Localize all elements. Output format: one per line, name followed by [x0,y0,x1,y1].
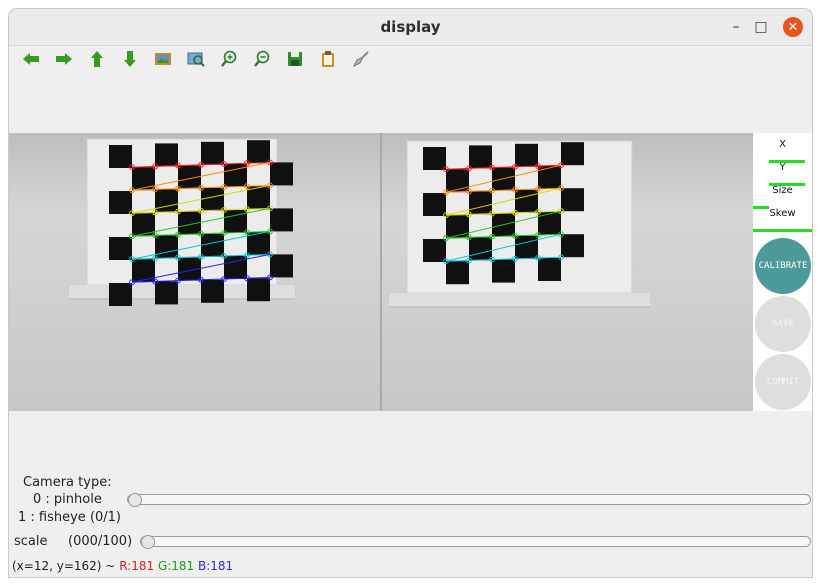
maximize-icon[interactable]: □ [751,17,771,37]
camera-image-view[interactable] [9,133,753,411]
metric-size-label: Size [772,185,793,196]
metric-x-label: X [779,139,786,150]
camera-type-slider[interactable] [127,493,811,507]
scale-value-text: (000/100) [68,534,133,549]
stereo-camera-image [9,133,753,411]
arrow-right-icon[interactable] [54,49,74,69]
scale-label: scale [14,534,48,549]
metric-y-label: Y [779,162,786,173]
metric-skew-bar [753,229,812,232]
calibrate-button[interactable]: CALIBRATE [755,238,811,294]
camera-type-label-line3: 1 : fisheye (0/1) [18,510,122,525]
minimize-icon[interactable]: – [726,17,746,37]
save-button[interactable]: SAVE [755,296,811,352]
title-bar[interactable]: display – □ ✕ [9,9,812,46]
clipboard-icon[interactable] [318,49,338,69]
camera-type-slider-knob[interactable] [128,493,142,507]
brush-icon[interactable] [351,49,371,69]
pixel-green-value: G:181 [157,559,195,573]
arrow-down-icon[interactable] [120,49,140,69]
close-icon[interactable]: ✕ [783,17,803,37]
calibration-side-panel: X Y Size Skew CALIBRATE SAVE COMMIT [753,133,812,411]
image-icon[interactable] [153,49,173,69]
pixel-blue-value: B:181 [198,559,234,573]
metric-skew-label: Skew [769,208,796,219]
camera-type-label-line2: 0 : pinhole [33,492,102,507]
pixel-red-value: R:181 [119,559,155,573]
arrow-left-icon[interactable] [21,49,41,69]
scale-slider[interactable] [140,535,811,549]
arrow-up-icon[interactable] [87,49,107,69]
status-bar: (x=12, y=162) ~ R:181 G:181 B:181 [12,559,233,573]
toolbar [21,49,384,73]
commit-button[interactable]: COMMIT [755,354,811,410]
zoom-in-icon[interactable] [219,49,239,69]
scale-slider-knob[interactable] [141,535,155,549]
cursor-coords: (x=12, y=162) ~ [12,559,116,573]
window-title: display [380,18,441,36]
zoom-out-icon[interactable] [252,49,272,69]
display-window: display – □ ✕ X Y Size Skew CALIBRATE SA… [9,9,812,577]
save-icon[interactable] [285,49,305,69]
zoom-region-icon[interactable] [186,49,206,69]
camera-type-label-line1: Camera type: [23,475,112,490]
